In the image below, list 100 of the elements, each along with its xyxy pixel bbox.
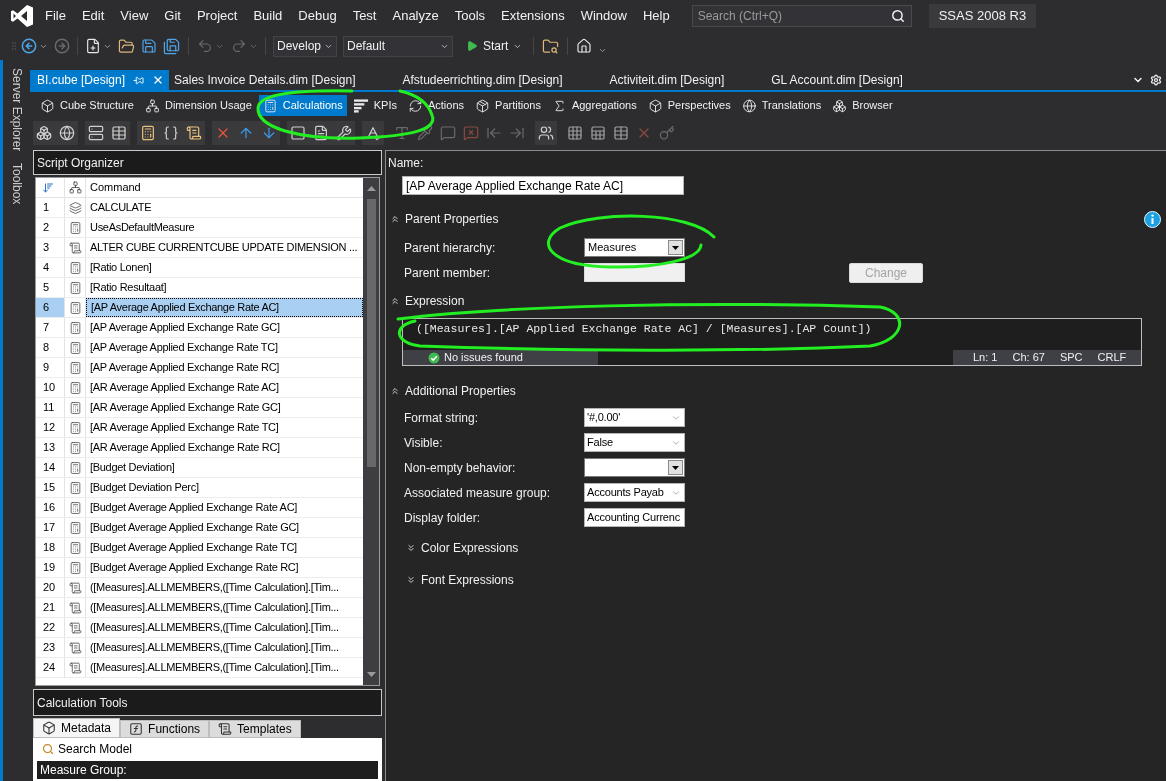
- command-cell[interactable]: UseAsDefaultMeasure: [86, 218, 363, 237]
- tool-tab[interactable]: Templates: [209, 720, 301, 738]
- undo-icon[interactable]: [197, 38, 213, 54]
- configuration-dropdown[interactable]: Develop: [273, 35, 337, 57]
- designer-tab[interactable]: Aggregations: [547, 95, 641, 116]
- scroll-up-icon[interactable]: [366, 186, 376, 191]
- table-icon[interactable]: [590, 125, 606, 141]
- section-header[interactable]: Additional Properties: [390, 382, 516, 400]
- scroll-icon[interactable]: [186, 125, 202, 141]
- text-field[interactable]: Accounting Currenc: [584, 508, 685, 527]
- tool-tab[interactable]: Functions: [120, 720, 210, 738]
- redo-icon[interactable]: [231, 38, 247, 54]
- command-cell[interactable]: [AR Average Applied Exchange Rate TC]: [86, 418, 363, 437]
- section-header[interactable]: Font Expressions: [406, 571, 514, 589]
- menu-item[interactable]: View: [112, 6, 157, 26]
- combo-box[interactable]: False: [584, 433, 685, 452]
- side-tab[interactable]: Server Explorer: [6, 68, 27, 152]
- sort-icon[interactable]: [42, 181, 54, 194]
- search-field[interactable]: Search (Ctrl+Q): [691, 5, 912, 27]
- combo-box[interactable]: '#,0.00': [584, 408, 685, 427]
- search-model-button[interactable]: Search Model: [37, 740, 378, 758]
- section-header[interactable]: Parent Properties: [390, 210, 499, 228]
- command-cell[interactable]: [Budget Deviation]: [86, 458, 363, 477]
- server-icon[interactable]: [88, 125, 104, 141]
- globe-icon[interactable]: [59, 125, 75, 141]
- pin-icon[interactable]: [133, 74, 145, 86]
- indent-icon[interactable]: [509, 125, 525, 141]
- save-all-icon[interactable]: [163, 37, 180, 55]
- folder-icon[interactable]: [118, 37, 135, 55]
- designer-tab[interactable]: Browser: [828, 95, 897, 116]
- column-header[interactable]: Command: [86, 178, 363, 197]
- designer-tab[interactable]: Translations: [737, 95, 826, 116]
- command-cell[interactable]: [Budget Average Applied Exchange Rate TC]: [86, 538, 363, 557]
- pipette-icon[interactable]: [417, 125, 433, 141]
- command-cell[interactable]: [AR Average Applied Exchange Rate AC]: [86, 378, 363, 397]
- spellcheck-icon[interactable]: [365, 125, 381, 141]
- outdent-icon[interactable]: [486, 125, 502, 141]
- boxes-icon[interactable]: [36, 125, 52, 141]
- combo-box[interactable]: Accounts Payab: [584, 483, 685, 502]
- table-icon[interactable]: [613, 125, 629, 141]
- document-icon[interactable]: [313, 125, 329, 141]
- dropdown[interactable]: [584, 458, 685, 477]
- menu-item[interactable]: Help: [634, 6, 678, 26]
- command-cell[interactable]: [Budget Average Applied Exchange Rate AC]: [86, 498, 363, 517]
- scroll-down-icon[interactable]: [366, 672, 376, 677]
- menu-item[interactable]: Edit: [73, 6, 113, 26]
- home-icon[interactable]: [576, 38, 593, 54]
- table-icon[interactable]: [111, 125, 127, 141]
- side-tab[interactable]: Toolbox: [6, 163, 27, 205]
- grid-icon[interactable]: [567, 125, 583, 141]
- document-tab[interactable]: GL Account.dim [Design]: [766, 70, 945, 90]
- menu-item[interactable]: File: [37, 6, 74, 26]
- calculator-icon[interactable]: [140, 125, 156, 141]
- document-tab[interactable]: Afstudeerrichting.dim [Design]: [397, 70, 605, 90]
- tool-tab[interactable]: Metadata: [33, 718, 121, 738]
- command-cell[interactable]: ([Measures].ALLMEMBERS,([Time Calculation].[Tim...: [86, 618, 363, 637]
- command-cell[interactable]: ([Measures].ALLMEMBERS,([Time Calculation].[Tim...: [86, 658, 363, 677]
- scrollbar[interactable]: [363, 178, 379, 685]
- designer-tab[interactable]: Partitions: [471, 95, 545, 116]
- expression-editor[interactable]: ([Measures].[AP Applied Exchange Rate AC] / [Measures].[AP Count]) No issues found Ln: 1 Ch: 67 SPC CRLF: [402, 318, 1142, 366]
- document-tab[interactable]: BI.cube [Design]: [30, 70, 170, 90]
- command-cell[interactable]: [Ratio Resultaat]: [86, 278, 363, 297]
- command-cell[interactable]: [Budget Average Applied Exchange Rate RC]: [86, 558, 363, 577]
- users-icon[interactable]: [538, 125, 554, 141]
- designer-tab[interactable]: Calculations: [258, 95, 347, 116]
- scroll-thumb[interactable]: [366, 199, 376, 467]
- menu-item[interactable]: Build: [245, 6, 291, 26]
- new-file-icon[interactable]: [85, 38, 101, 54]
- dropdown[interactable]: Measures: [584, 238, 685, 257]
- command-cell[interactable]: CALCULATE: [86, 198, 363, 217]
- settings-icon[interactable]: [1150, 74, 1162, 86]
- menu-item[interactable]: Tools: [446, 6, 494, 26]
- text-field[interactable]: [AP Average Applied Exchange Rate AC]: [402, 176, 684, 195]
- start-button[interactable]: Start: [463, 35, 526, 57]
- command-cell[interactable]: [AP Average Applied Exchange Rate TC]: [86, 338, 363, 357]
- wrench-icon[interactable]: [336, 125, 352, 141]
- command-cell[interactable]: [AP Average Applied Exchange Rate AC]: [86, 298, 363, 317]
- command-cell[interactable]: [Ratio Lonen]: [86, 258, 363, 277]
- braces-icon[interactable]: [163, 125, 179, 141]
- menu-item[interactable]: Extensions: [493, 6, 573, 26]
- designer-tab[interactable]: KPIs: [349, 95, 401, 116]
- folder-search-icon[interactable]: [542, 37, 560, 55]
- menu-item[interactable]: Git: [156, 6, 189, 26]
- menu-item[interactable]: Analyze: [384, 6, 447, 26]
- document-tab[interactable]: Sales Invoice Details.dim [Design]: [169, 70, 398, 90]
- designer-tab[interactable]: Cube Structure: [36, 95, 138, 116]
- comment-icon[interactable]: [440, 125, 456, 141]
- section-header[interactable]: Expression: [390, 292, 465, 310]
- menu-item[interactable]: Test: [344, 6, 385, 26]
- command-cell[interactable]: ([Measures].ALLMEMBERS,([Time Calculation].[Tim...: [86, 598, 363, 617]
- menu-item[interactable]: Debug: [290, 6, 345, 26]
- command-cell[interactable]: [AR Average Applied Exchange Rate GC]: [86, 398, 363, 417]
- command-cell[interactable]: ([Measures].ALLMEMBERS,([Time Calculation].[Tim...: [86, 578, 363, 597]
- text-icon[interactable]: [394, 125, 410, 141]
- command-cell[interactable]: ([Measures].ALLMEMBERS,([Time Calculation].[Tim...: [86, 638, 363, 657]
- document-tab[interactable]: Activiteit.dim [Design]: [604, 70, 767, 90]
- command-cell[interactable]: [Budget Average Applied Exchange Rate GC]: [86, 518, 363, 537]
- save-icon[interactable]: [141, 38, 157, 54]
- info-icon[interactable]: [1144, 210, 1161, 228]
- command-cell[interactable]: [AP Average Applied Exchange Rate RC]: [86, 358, 363, 377]
